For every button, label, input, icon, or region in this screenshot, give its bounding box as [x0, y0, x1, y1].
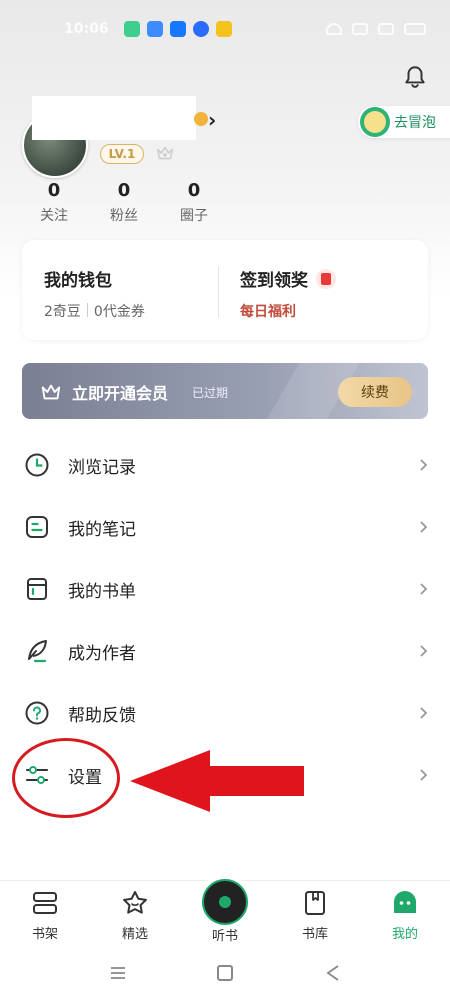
- signal-icon: [352, 23, 368, 35]
- vip-crown-icon: [41, 384, 61, 400]
- menu-item-help[interactable]: 帮助反馈: [0, 682, 450, 744]
- menu-label: 成为作者: [68, 643, 136, 664]
- annotation-circle: [12, 738, 120, 818]
- vip-banner[interactable]: 立即开通会员 已过期 续费: [22, 363, 428, 419]
- status-right: [326, 23, 426, 35]
- wallet-card: 我的钱包 2奇豆 0代金券 签到领奖 每日福利: [22, 240, 428, 340]
- booklist-icon: [27, 578, 47, 600]
- tab-listen[interactable]: 听书: [180, 875, 270, 950]
- app-blue-dot-icon: [192, 21, 209, 37]
- help-icon: [25, 701, 49, 725]
- stat-following[interactable]: 0 关注: [18, 180, 90, 225]
- tab-label: 书库: [301, 927, 328, 942]
- battery-icon: [404, 23, 426, 35]
- stat-label: 圈子: [180, 208, 208, 224]
- chevron-right-icon[interactable]: ›: [208, 108, 216, 132]
- recent-apps-icon[interactable]: [110, 966, 126, 980]
- chevron-right-icon: [420, 521, 428, 533]
- emoji-icon: [194, 112, 208, 126]
- crown-icon: [156, 146, 174, 160]
- chevron-right-icon: [420, 707, 428, 719]
- featured-icon: [123, 891, 147, 914]
- adventure-button[interactable]: 去冒泡: [358, 106, 450, 138]
- chevron-right-icon: [420, 645, 428, 657]
- divider: [86, 303, 88, 317]
- notes-icon: [26, 516, 48, 538]
- mine-icon: [394, 891, 416, 913]
- chevron-right-icon: [420, 769, 428, 781]
- bookshelf-icon: [33, 892, 57, 914]
- wifi-icon: [326, 23, 342, 35]
- adventure-label: 去冒泡: [394, 115, 436, 131]
- app-alipay-icon: [169, 21, 186, 37]
- history-icon: [25, 453, 49, 477]
- tab-featured[interactable]: 精选: [90, 881, 180, 950]
- status-bar: 10:06: [0, 14, 450, 44]
- menu-item-history[interactable]: 浏览记录: [0, 434, 450, 496]
- library-icon: [305, 891, 325, 915]
- home-icon[interactable]: [217, 965, 233, 981]
- checkin-section[interactable]: 签到领奖 每日福利: [240, 266, 336, 321]
- profile-stats: 0 关注 0 粉丝 0 圈子: [18, 180, 228, 225]
- tab-library[interactable]: 书库: [270, 881, 360, 950]
- tab-label: 精选: [121, 927, 148, 942]
- daily-bonus: 每日福利: [240, 304, 296, 320]
- renew-button[interactable]: 续费: [338, 377, 412, 407]
- checkin-title: 签到领奖: [240, 271, 308, 291]
- red-packet-icon: [316, 268, 336, 289]
- app-yellow-icon: [215, 21, 232, 37]
- stat-value: 0: [187, 180, 201, 201]
- bell-icon[interactable]: [402, 64, 428, 90]
- checkin-title-row: 签到领奖: [240, 266, 336, 291]
- level-badge: LV.1: [100, 144, 144, 164]
- annotation-arrow: [130, 750, 304, 812]
- app-baidu-icon: [146, 21, 163, 37]
- bottom-tab-bar: 书架 精选 听书 书库 我的: [0, 875, 450, 950]
- vip-title: 立即开通会员: [72, 384, 169, 403]
- mascot-icon: [360, 107, 390, 137]
- beans-balance: 2奇豆: [44, 304, 81, 320]
- wallet-title: 我的钱包: [44, 271, 112, 291]
- stat-value: 0: [117, 180, 131, 201]
- wallet-balance: 2奇豆 0代金券: [44, 301, 145, 321]
- username-redacted: [32, 96, 196, 140]
- tab-label: 书架: [31, 927, 58, 942]
- tab-bookshelf[interactable]: 书架: [0, 881, 90, 950]
- menu-label: 我的笔记: [68, 519, 136, 540]
- menu-item-booklist[interactable]: 我的书单: [0, 558, 450, 620]
- tab-label: 听书: [211, 929, 238, 944]
- quill-icon: [28, 640, 47, 663]
- chevron-right-icon: [420, 583, 428, 595]
- menu-label: 浏览记录: [68, 457, 136, 478]
- coupon-balance: 0代金券: [93, 304, 145, 320]
- stat-circles[interactable]: 0 圈子: [158, 180, 230, 225]
- menu-label: 我的书单: [68, 581, 136, 602]
- tab-label: 我的: [391, 927, 418, 942]
- listen-disc-icon: [198, 875, 252, 929]
- vip-status: 已过期: [192, 386, 229, 400]
- back-icon[interactable]: [324, 964, 342, 982]
- menu-label: 帮助反馈: [68, 705, 136, 726]
- app-green-icon: [123, 21, 140, 37]
- stat-followers[interactable]: 0 粉丝: [88, 180, 160, 225]
- status-left: 10:06: [64, 21, 232, 37]
- signal-2-icon: [378, 23, 394, 35]
- stat-label: 粉丝: [110, 208, 138, 224]
- divider: [218, 266, 219, 318]
- wallet-section[interactable]: 我的钱包 2奇豆 0代金券: [44, 266, 145, 321]
- status-time: 10:06: [64, 21, 109, 37]
- stat-value: 0: [47, 180, 61, 201]
- tab-mine[interactable]: 我的: [360, 881, 450, 950]
- chevron-right-icon: [420, 459, 428, 471]
- stat-label: 关注: [40, 208, 68, 224]
- menu-item-notes[interactable]: 我的笔记: [0, 496, 450, 558]
- menu-item-author[interactable]: 成为作者: [0, 620, 450, 682]
